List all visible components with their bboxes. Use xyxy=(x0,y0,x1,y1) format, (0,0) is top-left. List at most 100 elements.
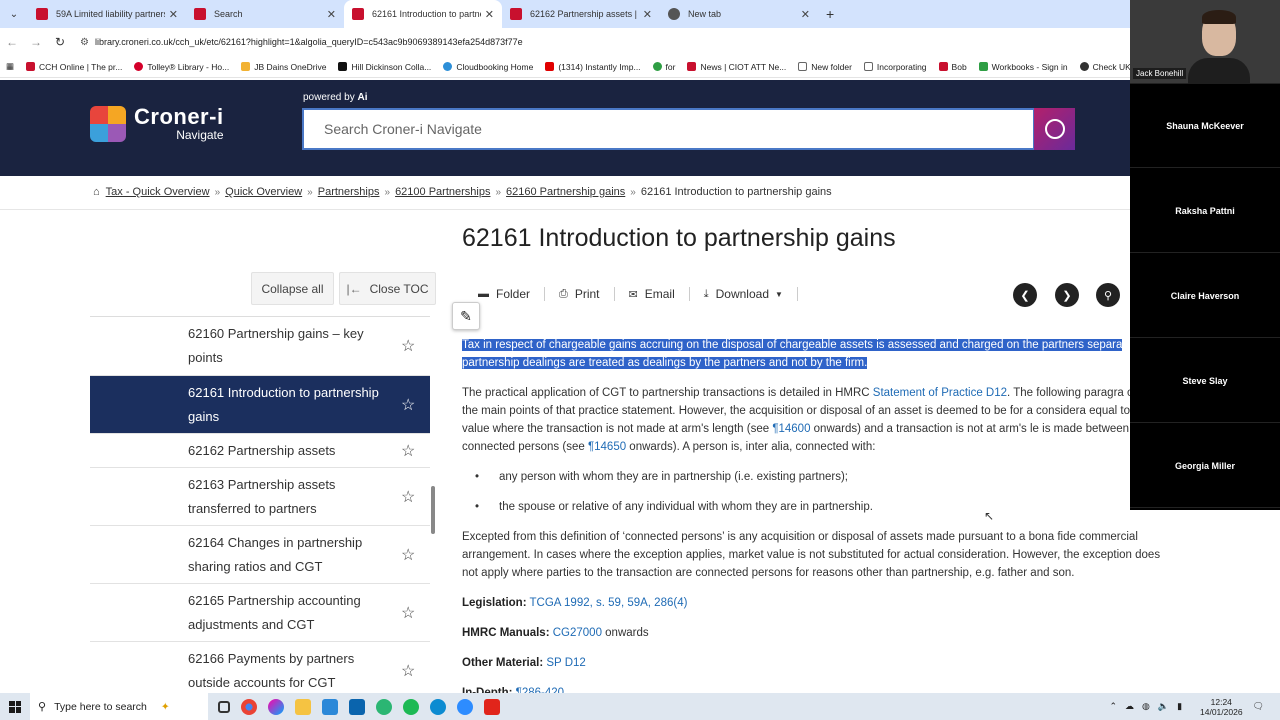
bookmark-8[interactable]: New folder xyxy=(798,62,852,72)
link[interactable]: CG27000 xyxy=(553,627,602,639)
breadcrumb-item[interactable]: Partnerships xyxy=(318,186,380,198)
address-bar[interactable]: ⚙ library.croneri.co.uk/cch_uk/etc/62161… xyxy=(80,30,1280,54)
bookmark-5[interactable]: (1314) Instantly Imp... xyxy=(545,61,641,72)
app-icon[interactable] xyxy=(376,698,392,715)
bookmark-label: (1314) Instantly Imp... xyxy=(558,61,641,72)
zoom-icon[interactable] xyxy=(457,698,473,715)
apps-grid-icon[interactable]: ▦ xyxy=(6,61,14,72)
outlook-icon[interactable] xyxy=(349,698,365,715)
toc-item[interactable]: 62160 Partnership gains – key points ☆ xyxy=(90,317,430,376)
breadcrumb-item[interactable]: 62100 Partnerships xyxy=(395,186,490,198)
toc-item[interactable]: 62163 Partnership assets transferred to … xyxy=(90,468,430,526)
close-toc-button[interactable]: |← Close TOC xyxy=(339,272,436,305)
browser-tab-1[interactable]: Search ✕ xyxy=(186,0,344,28)
bookmark-9[interactable]: Incorporating xyxy=(863,62,927,72)
bookmark-1[interactable]: Tolley® Library - Ho... xyxy=(134,62,229,72)
bookmark-0[interactable]: CCH Online | The pr... xyxy=(26,62,122,72)
browser-tab-2[interactable]: 62161 Introduction to partnership ✕ xyxy=(344,0,502,28)
breadcrumb-item[interactable]: 62160 Partnership gains xyxy=(506,186,625,198)
site-search-input[interactable]: Search Croner-i Navigate xyxy=(302,108,1035,150)
close-tab-icon[interactable]: ✕ xyxy=(327,8,336,21)
close-tab-icon[interactable]: ✕ xyxy=(169,8,178,21)
find-in-page-button[interactable]: ⚲ xyxy=(1096,283,1120,307)
annotate-edit-icon[interactable]: ✎ xyxy=(452,302,480,330)
bookmark-11[interactable]: Workbooks - Sign in xyxy=(978,62,1068,72)
search-icon: ⚲ xyxy=(1103,289,1113,302)
battery-icon[interactable]: ▮ xyxy=(1177,701,1182,712)
link[interactable]: ¶14650 xyxy=(588,441,626,453)
close-tab-icon[interactable]: ✕ xyxy=(643,8,652,21)
home-icon[interactable]: ⌂ xyxy=(93,186,100,198)
logo-text: Croner-i xyxy=(134,104,224,129)
browser-tab-3[interactable]: 62162 Partnership assets | Cron ✕ xyxy=(502,0,660,28)
edge-icon[interactable] xyxy=(430,698,446,715)
breadcrumb-item[interactable]: Tax - Quick Overview xyxy=(106,186,210,198)
task-view-icon[interactable] xyxy=(218,700,230,713)
video-tile-camera[interactable]: Jack Bonehill xyxy=(1130,0,1280,84)
star-icon[interactable]: ☆ xyxy=(401,395,415,415)
star-icon[interactable]: ☆ xyxy=(401,441,415,461)
back-arrow-icon[interactable]: ← xyxy=(0,35,24,49)
print-button[interactable]: ⎙ Print xyxy=(545,287,615,301)
onedrive-icon[interactable]: ☁ xyxy=(1125,701,1134,712)
site-info-icon[interactable]: ⚙ xyxy=(80,37,89,48)
video-tile[interactable]: Shauna McKeever xyxy=(1130,84,1280,168)
toc-item[interactable]: 62162 Partnership assets ☆ xyxy=(90,434,430,468)
acrobat-icon[interactable] xyxy=(484,698,500,715)
link[interactable]: Statement of Practice D12 xyxy=(873,387,1007,399)
bookmark-3[interactable]: Hill Dickinson Colla... xyxy=(338,62,431,72)
taskbar-search-input[interactable]: ⚲ Type here to search ✦ xyxy=(30,693,208,720)
copilot-icon[interactable] xyxy=(268,698,284,715)
link[interactable]: ¶14600 xyxy=(772,423,810,435)
search-button[interactable] xyxy=(1034,108,1075,150)
star-icon[interactable]: ☆ xyxy=(401,487,415,507)
link[interactable]: TCGA 1992, s. 59, 59A, 286(4) xyxy=(530,597,688,609)
toc-scrollbar[interactable] xyxy=(431,486,435,534)
chevron-up-icon[interactable]: ⌃ xyxy=(1109,701,1117,712)
video-tile[interactable]: Steve Slay xyxy=(1130,339,1280,423)
tab-search-menu-icon[interactable]: ⌄ xyxy=(0,0,28,28)
video-tile[interactable]: Georgia Miller xyxy=(1130,424,1280,508)
bookmark-4[interactable]: Cloudbooking Home xyxy=(443,62,533,72)
network-icon[interactable]: ◍ xyxy=(1142,701,1150,712)
volume-icon[interactable]: 🔈 xyxy=(1158,701,1169,712)
reload-icon[interactable]: ↻ xyxy=(48,35,72,49)
star-icon[interactable]: ☆ xyxy=(401,545,415,565)
toc-item-active[interactable]: 62161 Introduction to partnership gains … xyxy=(90,376,430,434)
star-icon[interactable]: ☆ xyxy=(401,603,415,623)
video-tile[interactable]: Claire Haverson xyxy=(1130,254,1280,338)
star-icon[interactable]: ☆ xyxy=(401,661,415,681)
toc-item[interactable]: 62166 Payments by partners outside accou… xyxy=(90,642,430,690)
folder-button[interactable]: ▬ Folder xyxy=(462,287,546,301)
star-icon[interactable]: ☆ xyxy=(401,336,415,356)
bookmark-10[interactable]: Bob xyxy=(938,62,967,72)
toc-item[interactable]: 62164 Changes in partnership sharing rat… xyxy=(90,526,430,584)
file-explorer-icon[interactable] xyxy=(295,698,311,715)
close-tab-icon[interactable]: ✕ xyxy=(485,8,494,21)
close-tab-icon[interactable]: ✕ xyxy=(801,8,810,21)
breadcrumb-item[interactable]: Quick Overview xyxy=(225,186,302,198)
notification-icon[interactable]: 🗨 xyxy=(1253,701,1264,712)
clock[interactable]: 12:24 14/01/2026 xyxy=(1200,697,1243,717)
email-button[interactable]: ✉ Email xyxy=(615,287,690,301)
croner-logo[interactable]: Croner-i Navigate xyxy=(90,106,224,142)
forward-arrow-icon[interactable]: → xyxy=(24,35,48,49)
bookmark-2[interactable]: JB Dains OneDrive xyxy=(241,62,326,72)
store-icon[interactable] xyxy=(322,698,338,715)
bookmark-7[interactable]: News | CIOT ATT Ne... xyxy=(687,62,786,72)
browser-tab-4[interactable]: New tab ✕ xyxy=(660,0,818,28)
previous-button[interactable]: ❮ xyxy=(1013,283,1037,307)
spotify-icon[interactable] xyxy=(403,698,419,715)
link[interactable]: SP D12 xyxy=(546,657,585,669)
bookmark-label: News | CIOT ATT Ne... xyxy=(700,61,787,72)
video-tile[interactable]: Raksha Pattni xyxy=(1130,169,1280,253)
browser-tab-0[interactable]: 59A Limited liability partnership ✕ xyxy=(28,0,186,28)
chrome-icon[interactable] xyxy=(241,698,257,715)
start-button[interactable] xyxy=(0,700,30,713)
toc-item[interactable]: 62165 Partnership accounting adjustments… xyxy=(90,584,430,642)
collapse-all-button[interactable]: Collapse all xyxy=(251,272,334,305)
download-button[interactable]: ⤓ Download ▼ xyxy=(690,287,798,301)
bookmark-6[interactable]: for xyxy=(652,62,675,72)
next-button[interactable]: ❯ xyxy=(1055,283,1079,307)
new-tab-plus-icon[interactable]: + xyxy=(818,0,842,28)
